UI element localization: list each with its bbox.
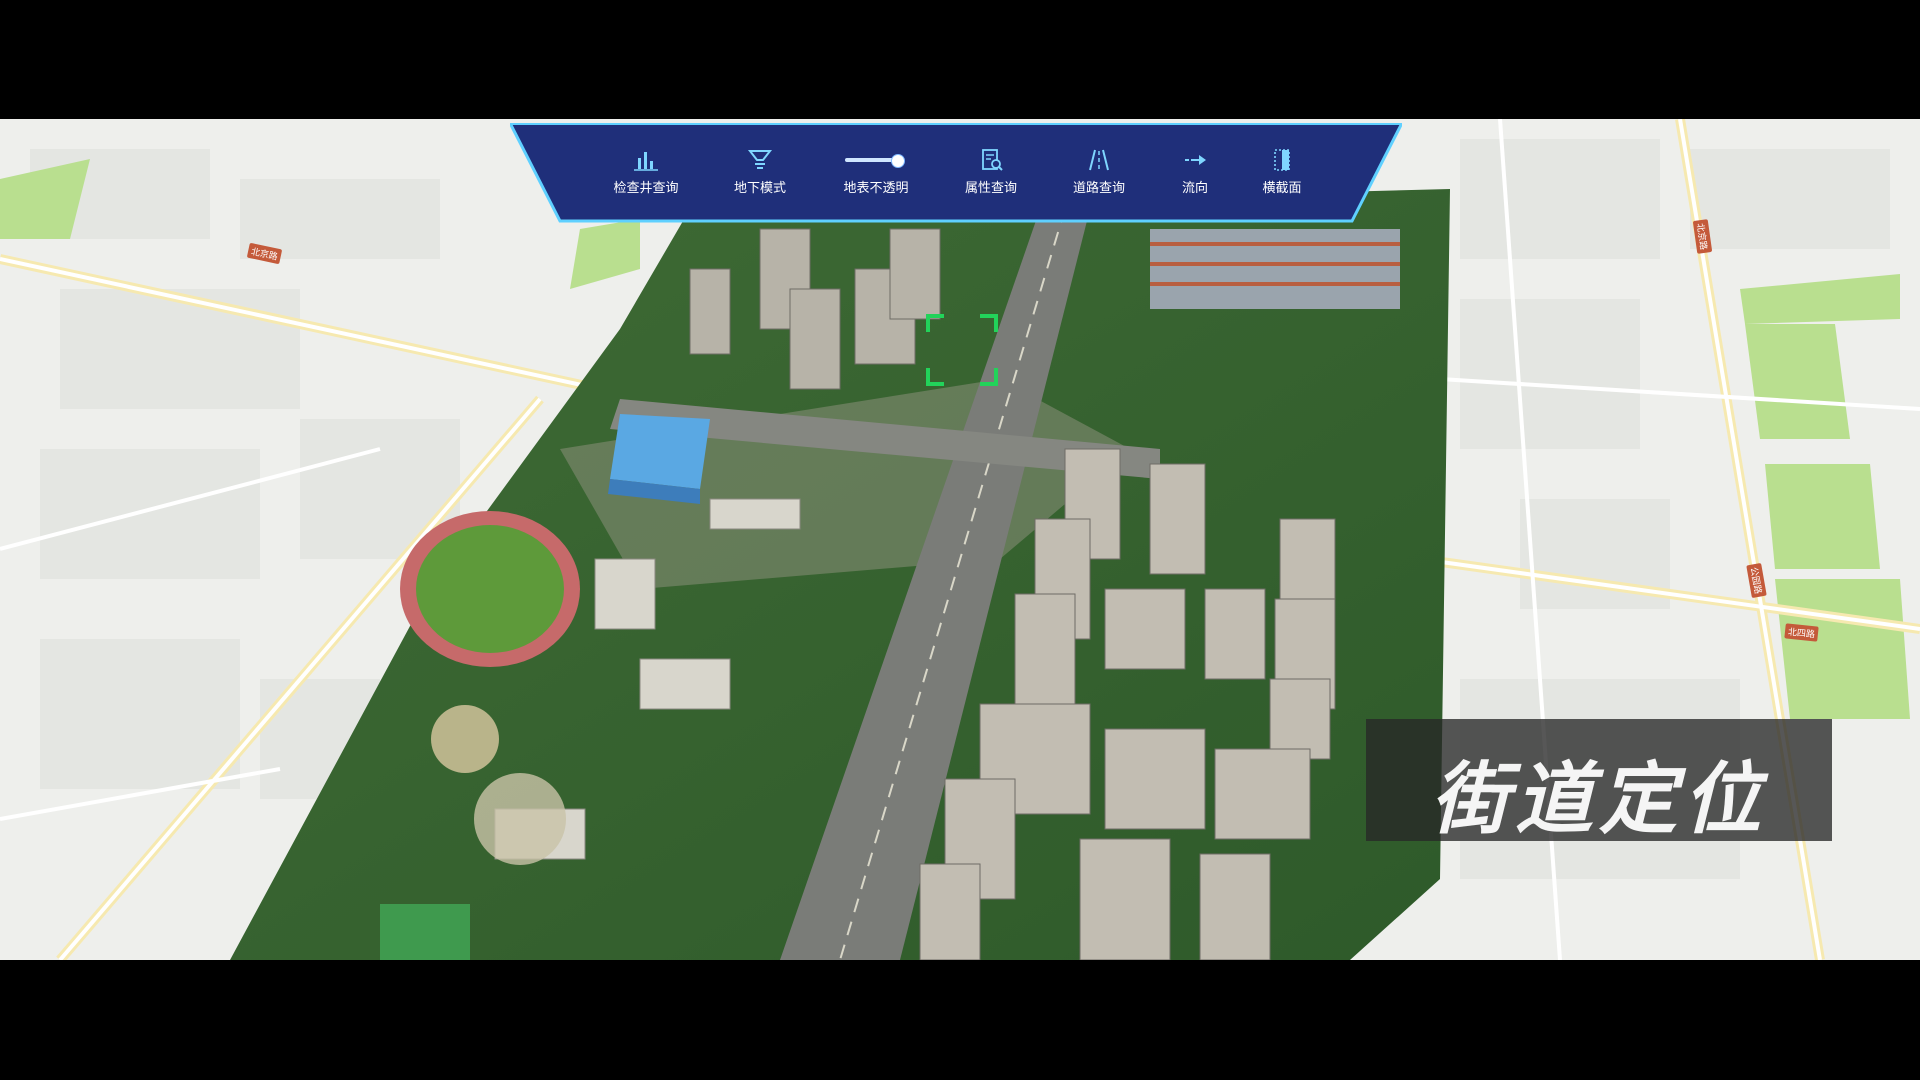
slider-icon — [831, 147, 921, 173]
tool-label: 地下模式 — [733, 181, 786, 196]
cross-section-icon — [1274, 149, 1290, 171]
bar-chart-icon — [634, 152, 658, 171]
focus-reticle-icon — [926, 314, 998, 386]
tool-label: 横截面 — [1262, 181, 1302, 196]
tool-label: 地表不透明 — [843, 181, 909, 196]
slider-knob[interactable] — [891, 154, 906, 168]
funnel-icon — [747, 150, 773, 169]
document-search-icon — [982, 149, 1003, 171]
arrow-right-icon — [1185, 155, 1206, 165]
tool-label: 道路查询 — [1072, 181, 1125, 196]
cross-section-button[interactable]: 横截面 — [1237, 147, 1327, 205]
tool-label: 检查井查询 — [613, 181, 679, 196]
flow-direction-button[interactable]: 流向 — [1150, 147, 1240, 205]
road-query-button[interactable]: 道路查询 — [1054, 147, 1144, 205]
letterbox-top — [0, 0, 1920, 119]
top-toolbar: 检查井查询 地下模式 地表不透明 属性查询 道路查询 流向 横截面 — [510, 123, 1402, 224]
letterbox-bottom — [0, 960, 1920, 1080]
underground-mode-button[interactable]: 地下模式 — [715, 147, 805, 205]
caption-banner: 街道定位 — [1366, 719, 1832, 845]
caption-text: 街道定位 — [1430, 754, 1767, 845]
attribute-query-button[interactable]: 属性查询 — [946, 147, 1036, 205]
tool-label: 属性查询 — [964, 181, 1017, 196]
manhole-query-button[interactable]: 检查井查询 — [601, 147, 691, 205]
surface-opacity-slider[interactable]: 地表不透明 — [831, 147, 921, 205]
road-icon — [1089, 149, 1109, 171]
tool-label: 流向 — [1181, 181, 1208, 196]
